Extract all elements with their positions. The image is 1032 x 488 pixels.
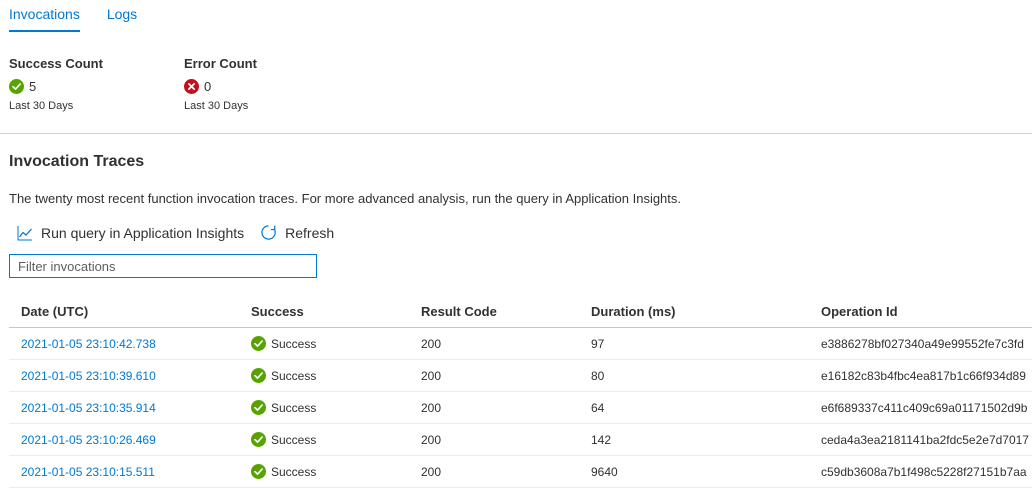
invocation-date-link[interactable]: 2021-01-05 23:10:35.914 bbox=[21, 401, 156, 415]
error-count-value: 0 bbox=[204, 79, 212, 94]
invocations-table: Date (UTC) Success Result Code Duration … bbox=[9, 296, 1032, 488]
success-count-metric: Success Count 5 Last 30 Days bbox=[9, 56, 103, 112]
success-count-period: Last 30 Days bbox=[9, 100, 74, 112]
error-x-icon bbox=[184, 79, 199, 94]
operation-id-cell: c59db3608a7b1f498c5228f27151b7aa bbox=[821, 464, 1027, 479]
success-check-icon bbox=[251, 464, 266, 479]
success-count-value-row: 5 bbox=[9, 79, 103, 94]
success-status: Success bbox=[271, 432, 317, 447]
error-count-value-row: 0 bbox=[184, 79, 257, 94]
chart-line-icon bbox=[17, 225, 32, 240]
column-header-duration[interactable]: Duration (ms) bbox=[579, 304, 809, 319]
section-description: The twenty most recent function invocati… bbox=[9, 191, 682, 206]
filter-invocations-input[interactable] bbox=[9, 254, 317, 278]
result-code-cell: 200 bbox=[421, 368, 442, 383]
command-bar: Run query in Application Insights Refres… bbox=[17, 224, 350, 241]
date-cell: 2021-01-05 23:10:15.511 bbox=[9, 465, 239, 479]
refresh-button[interactable]: Refresh bbox=[260, 224, 334, 241]
success-check-icon bbox=[251, 432, 266, 447]
date-cell: 2021-01-05 23:10:35.914 bbox=[9, 401, 239, 415]
invocation-date-link[interactable]: 2021-01-05 23:10:39.610 bbox=[21, 369, 156, 383]
tab-invocations[interactable]: Invocations bbox=[9, 0, 80, 34]
success-check-icon bbox=[251, 400, 266, 415]
success-cell: Success bbox=[239, 464, 409, 479]
error-count-period: Last 30 Days bbox=[184, 100, 249, 112]
run-query-button[interactable]: Run query in Application Insights bbox=[17, 225, 244, 241]
column-header-result-code[interactable]: Result Code bbox=[409, 304, 579, 319]
table-row: 2021-01-05 23:10:26.469 Success 200 142 … bbox=[9, 424, 1032, 456]
divider bbox=[0, 133, 1032, 134]
operation-id-cell: ceda4a3ea2181141ba2fdc5e2e7d7017 bbox=[821, 432, 1029, 447]
tab-bar: Invocations Logs bbox=[9, 0, 164, 34]
success-check-icon bbox=[251, 368, 266, 383]
invocation-date-link[interactable]: 2021-01-05 23:10:26.469 bbox=[21, 433, 156, 447]
duration-cell: 142 bbox=[591, 432, 612, 447]
table-row: 2021-01-05 23:10:42.738 Success 200 97 e… bbox=[9, 328, 1032, 360]
table-row: 2021-01-05 23:10:39.610 Success 200 80 e… bbox=[9, 360, 1032, 392]
success-cell: Success bbox=[239, 432, 409, 447]
column-header-operation-id[interactable]: Operation Id bbox=[809, 304, 1032, 319]
result-code-cell: 200 bbox=[421, 432, 442, 447]
operation-id-cell: e6f689337c411c409c69a01171502d9b bbox=[821, 400, 1028, 415]
operation-id-cell: e3886278bf027340a49e99552fe7c3fd bbox=[821, 336, 1024, 351]
result-code-cell: 200 bbox=[421, 400, 442, 415]
table-header: Date (UTC) Success Result Code Duration … bbox=[9, 296, 1032, 328]
column-header-success[interactable]: Success bbox=[239, 304, 409, 319]
success-status: Success bbox=[271, 368, 317, 383]
success-cell: Success bbox=[239, 400, 409, 415]
success-count-value: 5 bbox=[29, 79, 37, 94]
date-cell: 2021-01-05 23:10:42.738 bbox=[9, 337, 239, 351]
run-query-label: Run query in Application Insights bbox=[41, 224, 245, 241]
success-status: Success bbox=[271, 400, 317, 415]
success-status: Success bbox=[271, 464, 317, 479]
result-code-cell: 200 bbox=[421, 336, 442, 351]
column-header-date[interactable]: Date (UTC) bbox=[9, 304, 239, 319]
tab-logs[interactable]: Logs bbox=[107, 0, 137, 34]
refresh-label: Refresh bbox=[285, 224, 335, 241]
invocation-date-link[interactable]: 2021-01-05 23:10:15.511 bbox=[21, 465, 155, 479]
success-cell: Success bbox=[239, 336, 409, 351]
success-count-label: Success Count bbox=[9, 56, 103, 71]
duration-cell: 64 bbox=[591, 400, 605, 415]
section-title: Invocation Traces bbox=[9, 153, 145, 170]
success-status: Success bbox=[271, 336, 317, 351]
duration-cell: 97 bbox=[591, 336, 605, 351]
table-row: 2021-01-05 23:10:15.511 Success 200 9640… bbox=[9, 456, 1032, 488]
operation-id-cell: e16182c83b4fbc4ea817b1c66f934d89 bbox=[821, 368, 1026, 383]
duration-cell: 9640 bbox=[591, 464, 618, 479]
invocation-date-link[interactable]: 2021-01-05 23:10:42.738 bbox=[21, 337, 156, 351]
table-row: 2021-01-05 23:10:35.914 Success 200 64 e… bbox=[9, 392, 1032, 424]
date-cell: 2021-01-05 23:10:39.610 bbox=[9, 369, 239, 383]
success-check-icon bbox=[251, 336, 266, 351]
success-check-icon bbox=[9, 79, 24, 94]
date-cell: 2021-01-05 23:10:26.469 bbox=[9, 433, 239, 447]
result-code-cell: 200 bbox=[421, 464, 442, 479]
error-count-label: Error Count bbox=[184, 56, 257, 71]
error-count-metric: Error Count 0 Last 30 Days bbox=[184, 56, 257, 112]
refresh-icon bbox=[261, 225, 276, 240]
duration-cell: 80 bbox=[591, 368, 605, 383]
success-cell: Success bbox=[239, 368, 409, 383]
